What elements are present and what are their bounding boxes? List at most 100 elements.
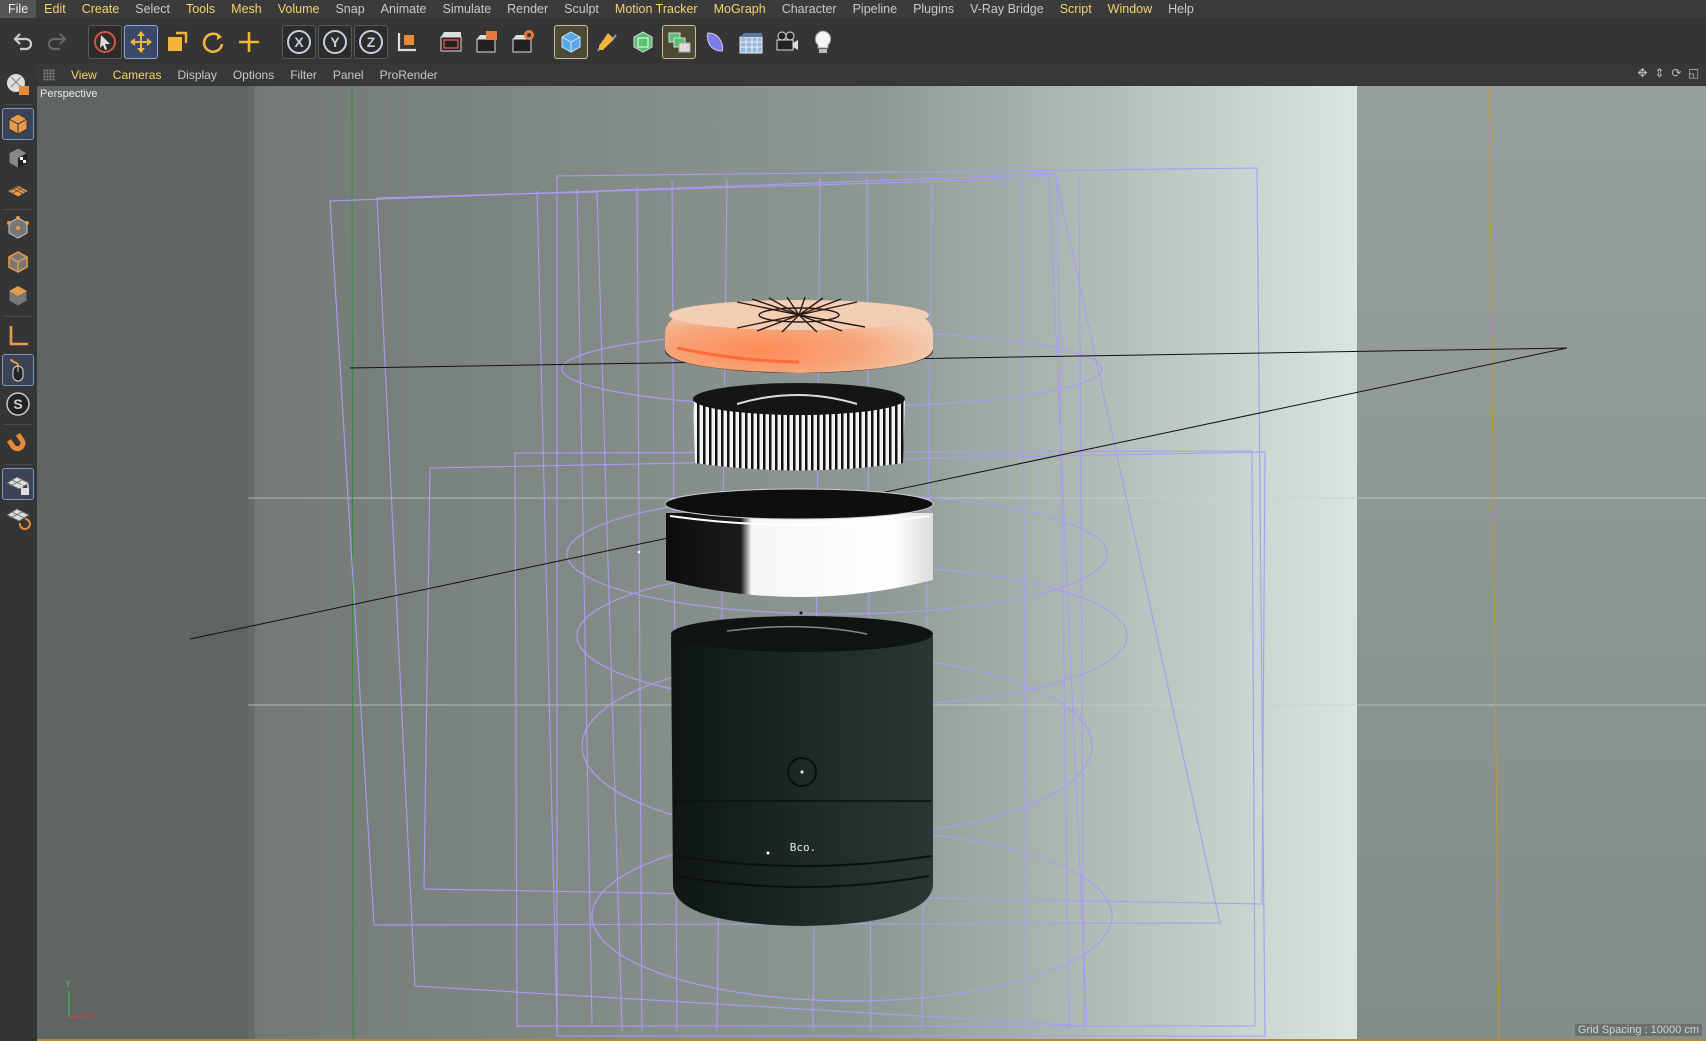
menu-mograph[interactable]: MoGraph bbox=[706, 0, 774, 18]
live-selection-button[interactable] bbox=[88, 25, 122, 59]
tweak-mode-button[interactable] bbox=[2, 354, 34, 386]
y-axis-lock-button[interactable]: Y bbox=[318, 25, 352, 59]
move-tool-button[interactable] bbox=[124, 25, 158, 59]
render-view-icon bbox=[440, 32, 462, 52]
menu-create[interactable]: Create bbox=[74, 0, 128, 18]
render-picture-viewer-button[interactable] bbox=[470, 25, 504, 59]
viewport-menu-cameras[interactable]: Cameras bbox=[105, 68, 170, 82]
planar-workplane-button[interactable] bbox=[2, 502, 34, 534]
menu-select[interactable]: Select bbox=[127, 0, 178, 18]
render-picture-viewer-icon bbox=[476, 31, 497, 53]
svg-text:Y: Y bbox=[330, 34, 340, 50]
menu-file[interactable]: File bbox=[0, 0, 37, 18]
menu-motion-tracker[interactable]: Motion Tracker bbox=[607, 0, 706, 18]
floor-object-button[interactable] bbox=[734, 25, 768, 59]
svg-text:S: S bbox=[13, 396, 22, 412]
deformer-icon bbox=[706, 32, 724, 52]
menu-mesh[interactable]: Mesh bbox=[223, 0, 270, 18]
menu-edit[interactable]: Edit bbox=[36, 0, 74, 18]
rotate-tool-button[interactable] bbox=[196, 25, 230, 59]
viewport-menu-options[interactable]: Options bbox=[225, 68, 282, 82]
undo-button[interactable] bbox=[6, 25, 40, 59]
rotate-view-icon[interactable]: ⟳ bbox=[1670, 66, 1683, 81]
light-object-button[interactable] bbox=[806, 25, 840, 59]
viewport-menu-display[interactable]: Display bbox=[169, 68, 224, 82]
render-view-button[interactable] bbox=[434, 25, 468, 59]
menu-render[interactable]: Render bbox=[499, 0, 556, 18]
cloner-icon bbox=[668, 32, 691, 53]
rotate-icon bbox=[202, 32, 224, 54]
texture-mode-icon bbox=[8, 147, 28, 169]
menu-sculpt[interactable]: Sculpt bbox=[556, 0, 607, 18]
make-editable-button[interactable] bbox=[2, 68, 34, 100]
scale-tool-button[interactable] bbox=[160, 25, 194, 59]
floor-icon bbox=[739, 33, 763, 54]
camera-object-button[interactable] bbox=[770, 25, 804, 59]
deformer-button[interactable] bbox=[698, 25, 732, 59]
viewport-menu-items: View Cameras Display Options Filter Panel ProR… bbox=[63, 68, 446, 82]
z-axis-lock-button[interactable]: Z bbox=[354, 25, 388, 59]
redo-icon bbox=[47, 33, 67, 51]
render-settings-button[interactable] bbox=[506, 25, 540, 59]
viewport-scene: Bco. bbox=[37, 86, 1706, 1039]
menu-volume[interactable]: Volume bbox=[270, 0, 328, 18]
subdivision-surface-button[interactable] bbox=[626, 25, 660, 59]
viewport-menu-panel[interactable]: Panel bbox=[325, 68, 372, 82]
x-axis-lock-icon: X bbox=[287, 30, 311, 54]
viewport-menu-prorender[interactable]: ProRender bbox=[372, 68, 446, 82]
model-mode-button[interactable] bbox=[2, 108, 34, 140]
viewport-menu-view[interactable]: View bbox=[63, 68, 105, 82]
solo-button[interactable]: S bbox=[2, 388, 34, 420]
viewport-nav-icons: ✥ ⇕ ⟳ ◱ bbox=[1636, 66, 1700, 81]
workplane-icon bbox=[5, 184, 31, 198]
x-axis-lock-button[interactable]: X bbox=[282, 25, 316, 59]
polygons-mode-icon bbox=[8, 285, 28, 307]
cube-object-button[interactable] bbox=[554, 25, 588, 59]
menu-simulate[interactable]: Simulate bbox=[435, 0, 500, 18]
toggle-view-icon[interactable]: ◱ bbox=[1687, 66, 1700, 81]
points-mode-button[interactable] bbox=[2, 212, 34, 244]
viewport-grip-handle[interactable] bbox=[43, 68, 55, 81]
texture-mode-button[interactable] bbox=[2, 142, 34, 174]
menu-character[interactable]: Character bbox=[774, 0, 845, 18]
menu-pipeline[interactable]: Pipeline bbox=[845, 0, 905, 18]
menu-animate[interactable]: Animate bbox=[373, 0, 435, 18]
axis-icon bbox=[9, 326, 28, 346]
recent-tool-button[interactable] bbox=[232, 25, 266, 59]
mode-palette: S bbox=[0, 64, 36, 1039]
grid-spacing-readout: Grid Spacing : 10000 cm bbox=[1574, 1024, 1702, 1036]
edges-mode-button[interactable] bbox=[2, 246, 34, 278]
pen-spline-button[interactable] bbox=[590, 25, 624, 59]
perspective-viewport[interactable]: Bco. Perspective Grid Spacing : 10000 cm… bbox=[37, 86, 1706, 1041]
viewport-menu-filter[interactable]: Filter bbox=[282, 68, 325, 82]
tweak-mode-icon bbox=[10, 358, 24, 382]
camera-label[interactable]: Perspective bbox=[40, 88, 97, 100]
redo-button[interactable] bbox=[40, 25, 74, 59]
world-axis-indicator: Y X bbox=[61, 979, 101, 1023]
menu-snap[interactable]: Snap bbox=[327, 0, 372, 18]
cloner-button[interactable] bbox=[662, 25, 696, 59]
menu-help[interactable]: Help bbox=[1160, 0, 1202, 18]
subdivision-surface-icon bbox=[633, 31, 653, 53]
axis-mode-button[interactable] bbox=[2, 320, 34, 352]
menu-v-ray-bridge[interactable]: V-Ray Bridge bbox=[962, 0, 1052, 18]
menu-plugins[interactable]: Plugins bbox=[905, 0, 962, 18]
menu-window[interactable]: Window bbox=[1100, 0, 1160, 18]
move-view-icon[interactable]: ✥ bbox=[1636, 66, 1649, 81]
viewport-menu-bar: View Cameras Display Options Filter Panel ProR… bbox=[37, 64, 1706, 85]
locked-workplane-icon bbox=[5, 476, 31, 495]
polygons-mode-button[interactable] bbox=[2, 280, 34, 312]
locked-workplane-button[interactable] bbox=[2, 468, 34, 500]
snap-toggle-button[interactable] bbox=[2, 428, 34, 460]
model-engraved-text: Bco. bbox=[790, 841, 817, 854]
solo-icon: S bbox=[6, 392, 30, 416]
main-menu-bar: File Edit Create Select Tools Mesh Volume Snap A… bbox=[0, 0, 1706, 18]
menu-tools[interactable]: Tools bbox=[178, 0, 223, 18]
zoom-view-icon[interactable]: ⇕ bbox=[1653, 66, 1666, 81]
workplane-mode-button[interactable] bbox=[2, 174, 34, 206]
undo-icon bbox=[13, 33, 33, 51]
recent-tool-icon bbox=[239, 32, 259, 52]
menu-script[interactable]: Script bbox=[1052, 0, 1100, 18]
camera-icon bbox=[776, 31, 798, 51]
coordinate-system-button[interactable] bbox=[390, 25, 424, 59]
